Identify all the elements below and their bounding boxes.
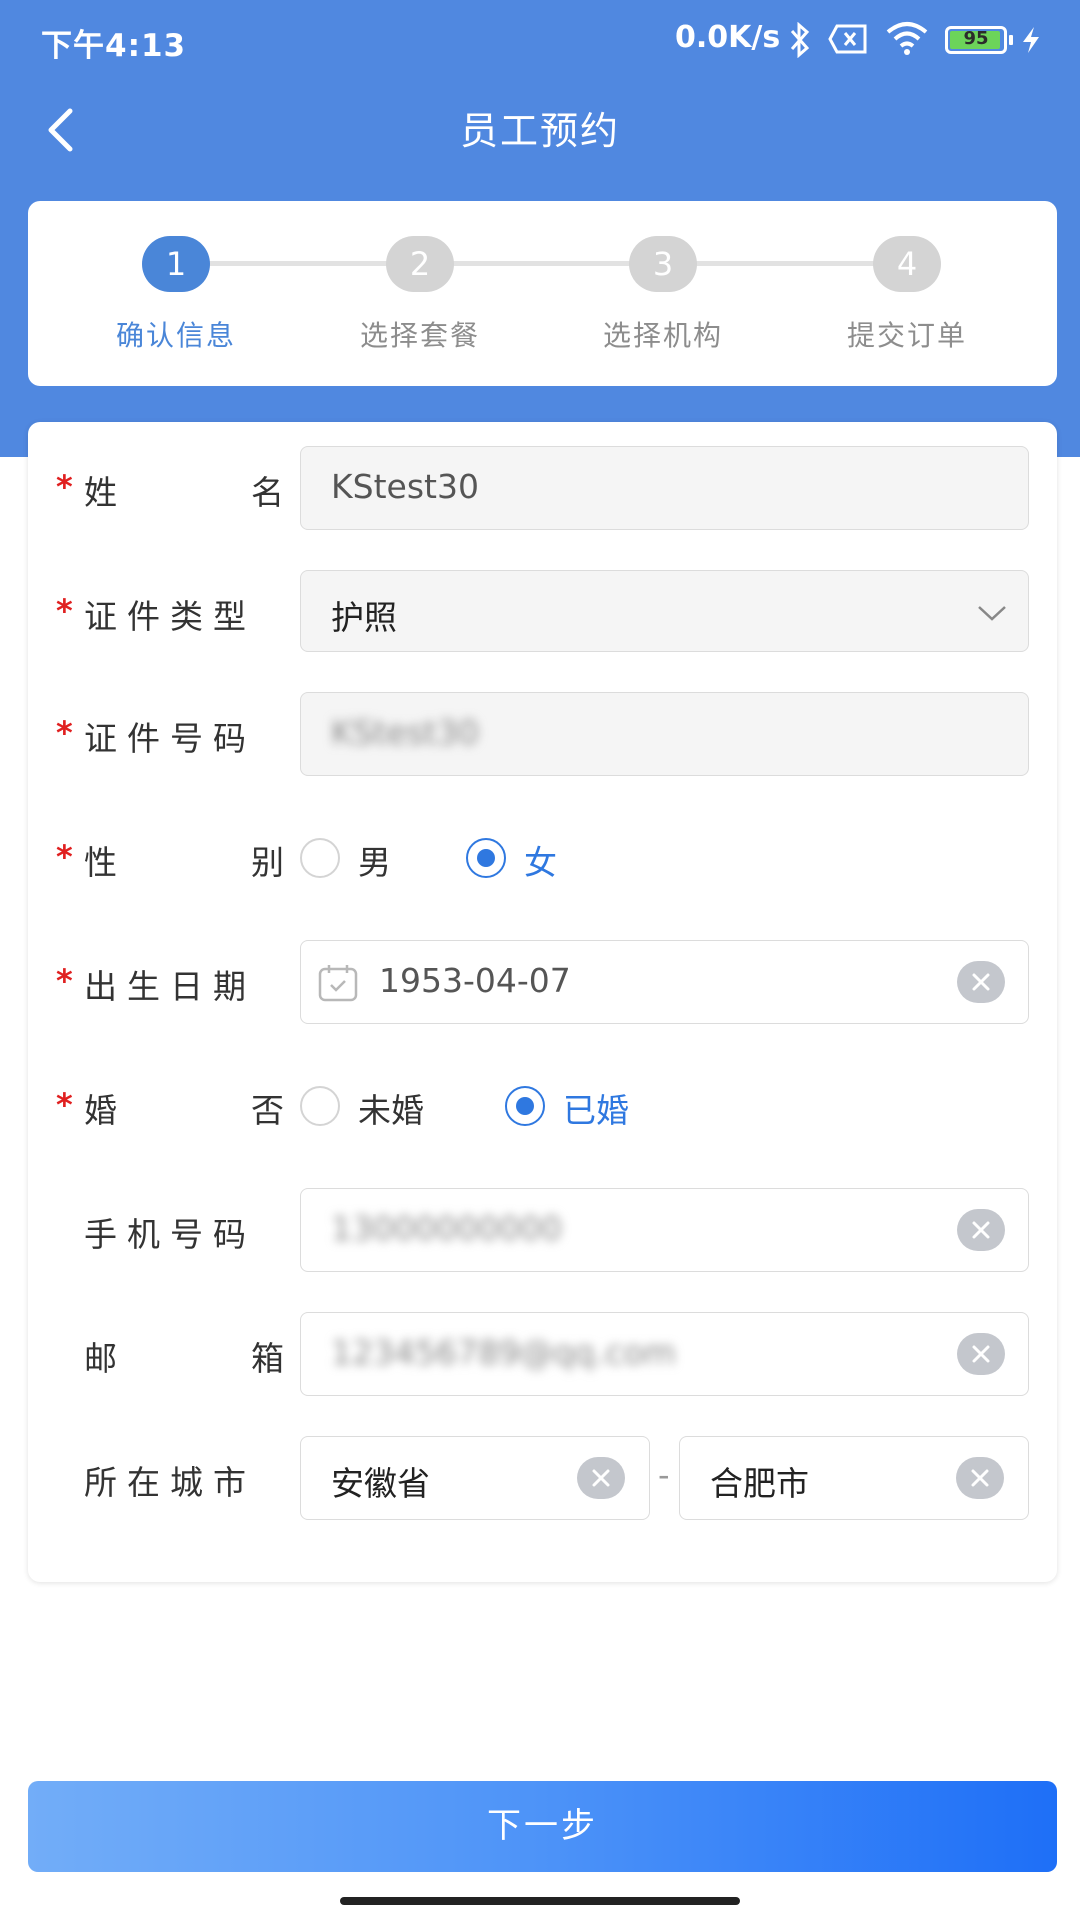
clear-icon[interactable] — [957, 1209, 1005, 1251]
gender-label: 性 别 — [84, 836, 284, 882]
screen: 下午4:13 0.0K/s 95 员工预约 1 2 3 4 确认信息 选择套餐 … — [0, 0, 1080, 1920]
step-2-circle: 2 — [386, 236, 454, 292]
step-3-circle: 3 — [629, 236, 697, 292]
name-input[interactable]: KStest30 — [300, 446, 1029, 530]
label-char: 邮 — [84, 1339, 117, 1378]
step-1-label: 确认信息 — [115, 319, 236, 352]
step-connector — [663, 261, 906, 266]
phone-value: 13000000000 — [331, 1209, 562, 1248]
gender-male-radio[interactable] — [300, 838, 340, 878]
id-type-value: 护照 — [331, 598, 397, 637]
clear-icon[interactable] — [957, 1333, 1005, 1375]
province-input[interactable]: 安徽省 — [300, 1436, 650, 1520]
id-number-value: KStest30 — [331, 713, 479, 752]
required-mark: * — [56, 468, 73, 506]
email-value: 123456789@qq.com — [331, 1333, 676, 1372]
step-2-label: 选择套餐 — [359, 319, 480, 352]
birth-date-row: * 出生日期 1953-04-07 — [28, 940, 1057, 1024]
required-mark: * — [56, 1086, 73, 1124]
phone-row: 手机号码 13000000000 — [28, 1188, 1057, 1272]
required-mark: * — [56, 714, 73, 752]
bluetooth-icon — [790, 22, 810, 58]
step-3-label: 选择机构 — [602, 319, 723, 352]
status-time: 下午4:13 — [41, 28, 187, 64]
required-mark: * — [56, 838, 73, 876]
unmarried-label[interactable]: 未婚 — [358, 1084, 424, 1132]
label-char: 别 — [251, 843, 284, 882]
wifi-icon — [886, 22, 928, 55]
label-char: 否 — [251, 1091, 284, 1130]
id-number-row: * 证件号码 KStest30 — [28, 692, 1057, 776]
step-connector — [176, 261, 419, 266]
province-value: 安徽省 — [331, 1464, 430, 1503]
network-speed: 0.0K/s — [675, 20, 781, 55]
next-step-button[interactable]: 下一步 — [28, 1781, 1057, 1872]
step-4-label: 提交订单 — [846, 319, 967, 352]
label-char: 婚 — [84, 1091, 117, 1130]
clear-icon[interactable] — [577, 1457, 625, 1499]
city-row: 所在城市 安徽省 - 合肥市 — [28, 1436, 1057, 1520]
email-row: 邮 箱 123456789@qq.com — [28, 1312, 1057, 1396]
married-radio[interactable] — [505, 1086, 545, 1126]
step-4-circle: 4 — [873, 236, 941, 292]
birth-date-label: 出生日期 — [84, 967, 256, 1006]
birth-date-value: 1953-04-07 — [379, 961, 571, 1000]
gender-male-label[interactable]: 男 — [358, 836, 391, 884]
label-char: 箱 — [251, 1339, 284, 1378]
city-label: 所在城市 — [84, 1463, 256, 1502]
city-input[interactable]: 合肥市 — [679, 1436, 1029, 1520]
charging-icon — [1023, 27, 1039, 53]
calendar-icon — [318, 965, 358, 1002]
name-value: KStest30 — [331, 467, 479, 506]
step-connector — [419, 261, 663, 266]
label-char: 名 — [251, 473, 284, 512]
status-bar: 下午4:13 0.0K/s 95 — [0, 0, 1080, 80]
id-number-label: 证件号码 — [84, 719, 256, 758]
battery-level: 95 — [963, 28, 989, 49]
name-row: * 姓 名 KStest30 — [28, 446, 1057, 530]
name-label: 姓 名 — [84, 466, 284, 512]
married-label[interactable]: 已婚 — [563, 1084, 629, 1132]
label-char: 性 — [84, 843, 117, 882]
required-mark: * — [56, 962, 73, 1000]
step-1-circle: 1 — [142, 236, 210, 292]
label-char: 姓 — [84, 473, 117, 512]
gender-row: * 性 别 男 女 — [28, 816, 1057, 900]
phone-label: 手机号码 — [84, 1215, 256, 1254]
clear-icon[interactable] — [956, 1457, 1004, 1499]
battery-icon: 95 — [945, 26, 1013, 54]
form-card: * 姓 名 KStest30 * 证件类型 护照 * 证件号码 KStest30… — [28, 422, 1057, 1582]
email-label: 邮 箱 — [84, 1332, 284, 1378]
chevron-down-icon — [978, 606, 1006, 621]
gender-female-label[interactable]: 女 — [524, 836, 557, 884]
id-type-select[interactable]: 护照 — [300, 570, 1029, 652]
steps-card: 1 2 3 4 确认信息 选择套餐 选择机构 提交订单 — [28, 201, 1057, 386]
gender-female-radio[interactable] — [466, 838, 506, 878]
email-input[interactable]: 123456789@qq.com — [300, 1312, 1029, 1396]
phone-input[interactable]: 13000000000 — [300, 1188, 1029, 1272]
page-title: 员工预约 — [459, 109, 620, 153]
unmarried-radio[interactable] — [300, 1086, 340, 1126]
sim-off-icon — [828, 24, 867, 54]
required-mark: * — [56, 592, 73, 630]
city-value: 合肥市 — [710, 1464, 809, 1503]
home-indicator[interactable] — [340, 1897, 740, 1905]
id-type-row: * 证件类型 护照 — [28, 570, 1057, 652]
clear-icon[interactable] — [957, 961, 1005, 1003]
marital-row: * 婚 否 未婚 已婚 — [28, 1064, 1057, 1148]
id-number-input[interactable]: KStest30 — [300, 692, 1029, 776]
birth-date-input[interactable]: 1953-04-07 — [300, 940, 1029, 1024]
id-type-label: 证件类型 — [84, 597, 256, 636]
marital-label: 婚 否 — [84, 1084, 284, 1130]
city-separator: - — [658, 1456, 670, 1494]
